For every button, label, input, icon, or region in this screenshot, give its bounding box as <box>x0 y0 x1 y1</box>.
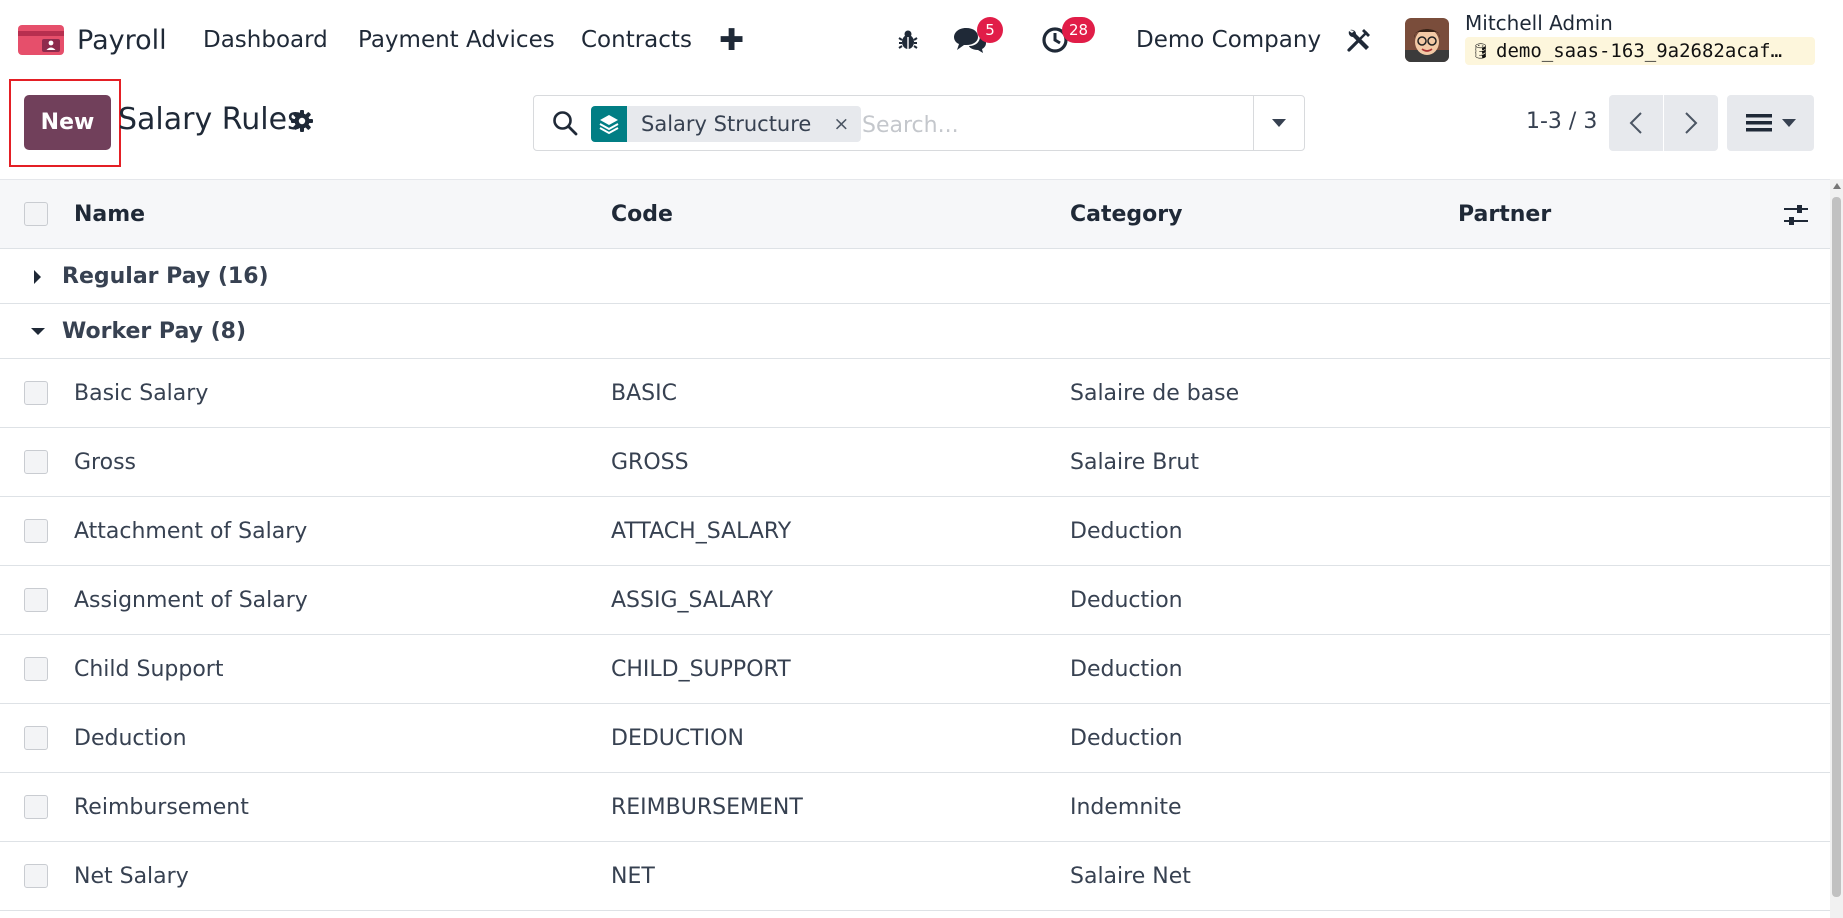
table-row[interactable]: Attachment of Salary ATTACH_SALARY Deducti… <box>0 497 1830 566</box>
search-bar: Salary Structure × <box>533 95 1305 151</box>
table-row[interactable]: Assignment of Salary ASSIG_SALARY Deductio… <box>0 566 1830 635</box>
table-row[interactable]: Basic Salary BASIC Salaire de base <box>0 359 1830 428</box>
row-checkbox[interactable] <box>24 726 48 750</box>
database-tag: 🛢 demo_saas-163_9a2682acaf… <box>1465 37 1815 65</box>
cell-code: DEDUCTION <box>611 725 744 751</box>
table-row[interactable]: Reimbursement REIMBURSEMENT Indemnite <box>0 773 1830 842</box>
cell-category: Deduction <box>1070 656 1183 682</box>
cell-code: ATTACH_SALARY <box>611 518 792 544</box>
row-checkbox[interactable] <box>24 657 48 681</box>
cell-category: Salaire de base <box>1070 380 1240 406</box>
menu-dashboard[interactable]: Dashboard <box>203 0 328 80</box>
cell-category: Deduction <box>1070 587 1183 613</box>
cell-name: Assignment of Salary <box>74 587 308 613</box>
row-checkbox[interactable] <box>24 519 48 543</box>
payroll-logo-icon[interactable] <box>18 0 64 80</box>
tools-icon[interactable] <box>1345 0 1373 80</box>
caret-right-icon <box>34 270 41 284</box>
bug-icon[interactable] <box>896 0 920 80</box>
row-checkbox[interactable] <box>24 588 48 612</box>
cell-name: Net Salary <box>74 863 189 889</box>
group-label: Regular Pay (16) <box>62 263 269 289</box>
row-checkbox[interactable] <box>24 450 48 474</box>
column-header-code[interactable]: Code <box>611 180 673 248</box>
company-switcher[interactable]: Demo Company <box>1136 0 1321 80</box>
cell-code: BASIC <box>611 380 677 406</box>
cell-code: NET <box>611 863 655 889</box>
scroll-up-icon[interactable] <box>1833 183 1841 189</box>
sliders-icon[interactable] <box>1783 203 1809 231</box>
view-switcher-button[interactable] <box>1727 95 1814 151</box>
database-name: demo_saas-163_9a2682acaf… <box>1496 40 1783 62</box>
group-row-worker-pay[interactable]: Worker Pay (8) <box>0 304 1830 359</box>
column-header-partner[interactable]: Partner <box>1458 180 1551 248</box>
table-row[interactable]: Net Salary NET Salaire Net <box>0 842 1830 911</box>
search-options-toggle[interactable] <box>1253 96 1304 150</box>
top-navbar: Payroll Dashboard Payment Advices Contra… <box>0 0 1843 80</box>
activity-clock-icon[interactable] <box>1040 0 1070 80</box>
cell-category: Indemnite <box>1070 794 1182 820</box>
pager-previous-button[interactable] <box>1609 95 1663 151</box>
cell-code: REIMBURSEMENT <box>611 794 803 820</box>
chevron-left-icon <box>1629 112 1642 134</box>
pager-next-button[interactable] <box>1664 95 1718 151</box>
database-icon: 🛢 <box>1471 42 1491 60</box>
activities-count-badge: 28 <box>1062 17 1096 43</box>
scrollbar[interactable] <box>1830 179 1843 918</box>
group-row-regular-pay[interactable]: Regular Pay (16) <box>0 249 1830 304</box>
user-name[interactable]: Mitchell Admin <box>1465 11 1613 35</box>
menu-payment-advices[interactable]: Payment Advices <box>358 0 555 80</box>
layers-icon <box>591 106 627 142</box>
gear-icon[interactable] <box>290 109 314 137</box>
cell-name: Gross <box>74 449 136 475</box>
list-header: Name Code Category Partner <box>0 179 1830 249</box>
avatar[interactable] <box>1405 18 1449 62</box>
cell-category: Salaire Brut <box>1070 449 1199 475</box>
new-button[interactable]: New <box>24 95 111 150</box>
chevron-right-icon <box>1685 112 1698 134</box>
page-title: Salary Rules <box>118 102 303 137</box>
caret-down-icon <box>31 328 45 335</box>
caret-down-icon <box>1781 119 1796 127</box>
column-header-category[interactable]: Category <box>1070 180 1182 248</box>
cell-code: ASSIG_SALARY <box>611 587 774 613</box>
group-label: Worker Pay (8) <box>62 318 247 344</box>
cell-name: Child Support <box>74 656 224 682</box>
search-facet-salary-structure: Salary Structure × <box>627 106 862 142</box>
list-view-icon <box>1745 114 1772 132</box>
table-row[interactable]: Gross GROSS Salaire Brut <box>0 428 1830 497</box>
row-checkbox[interactable] <box>24 864 48 888</box>
search-icon[interactable] <box>552 110 578 140</box>
search-input[interactable] <box>860 106 1264 144</box>
messages-count-badge: 5 <box>977 17 1003 43</box>
caret-down-icon <box>1272 119 1286 127</box>
pager-value[interactable]: 1-3 / 3 <box>1526 109 1597 134</box>
cell-name: Attachment of Salary <box>74 518 308 544</box>
plus-icon[interactable]: ✚ <box>719 0 744 80</box>
cell-name: Deduction <box>74 725 187 751</box>
table-row[interactable]: Child Support CHILD_SUPPORT Deduction <box>0 635 1830 704</box>
facet-remove-icon[interactable]: × <box>833 113 849 135</box>
cell-code: GROSS <box>611 449 689 475</box>
cell-name: Basic Salary <box>74 380 209 406</box>
cell-category: Deduction <box>1070 725 1183 751</box>
scrollbar-thumb[interactable] <box>1832 197 1841 897</box>
cell-category: Salaire Net <box>1070 863 1191 889</box>
row-checkbox[interactable] <box>24 381 48 405</box>
cell-code: CHILD_SUPPORT <box>611 656 791 682</box>
table-row[interactable]: Deduction DEDUCTION Deduction <box>0 704 1830 773</box>
facet-label: Salary Structure <box>641 112 812 136</box>
column-header-name[interactable]: Name <box>74 180 145 248</box>
cell-category: Deduction <box>1070 518 1183 544</box>
row-checkbox[interactable] <box>24 795 48 819</box>
cell-name: Reimbursement <box>74 794 249 820</box>
select-all-checkbox[interactable] <box>24 202 48 226</box>
menu-contracts[interactable]: Contracts <box>581 0 692 80</box>
app-name[interactable]: Payroll <box>77 0 167 80</box>
